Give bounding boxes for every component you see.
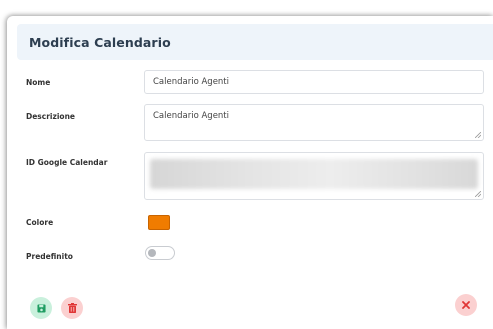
google-calendar-id-label: ID Google Calendar	[26, 158, 108, 167]
floppy-disk-icon	[36, 303, 46, 313]
color-picker-swatch[interactable]	[148, 215, 170, 230]
edit-calendar-dialog: Modifica Calendario Nome Calendario Agen…	[7, 16, 493, 329]
default-label: Predefinito	[26, 252, 73, 261]
description-textarea-value: Calendario Agenti	[153, 111, 230, 121]
color-label: Colore	[26, 218, 54, 227]
dialog-title: Modifica Calendario	[29, 35, 171, 50]
google-calendar-id-textarea[interactable]	[144, 152, 484, 200]
redacted-value	[150, 159, 478, 189]
name-input[interactable]: Calendario Agenti	[144, 70, 484, 94]
close-button[interactable]	[455, 294, 477, 316]
toggle-knob	[148, 249, 156, 257]
resize-grip-icon[interactable]	[475, 191, 481, 197]
dialog-header: Modifica Calendario	[17, 24, 493, 60]
resize-grip-icon[interactable]	[475, 132, 481, 138]
name-input-value: Calendario Agenti	[153, 77, 230, 87]
description-textarea[interactable]: Calendario Agenti	[144, 104, 484, 141]
save-button[interactable]	[30, 297, 52, 319]
name-label: Nome	[26, 78, 51, 87]
trash-icon	[67, 303, 77, 313]
description-label: Descrizione	[26, 112, 76, 121]
default-toggle[interactable]	[145, 246, 175, 260]
delete-button[interactable]	[61, 297, 83, 319]
close-icon	[462, 301, 470, 309]
